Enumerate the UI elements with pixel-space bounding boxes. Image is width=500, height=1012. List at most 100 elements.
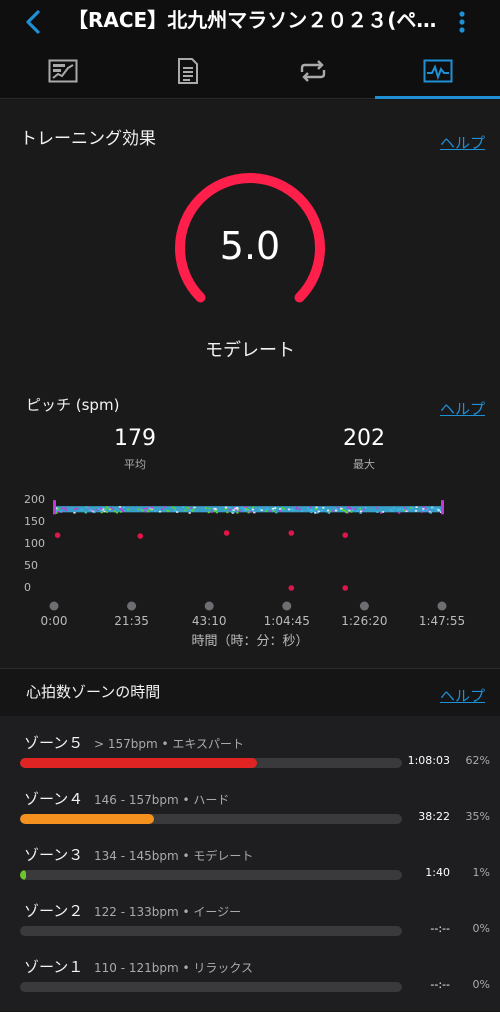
cadence-point [315,506,318,509]
cadence-point [232,511,235,514]
cadence-x-tick-label: 0:00 [40,614,68,628]
cadence-point [435,507,438,510]
cadence-point [272,510,275,513]
hr-zone-time: 38:22 [418,810,450,823]
cadence-point [166,509,169,512]
hr-zone-row: ゾーン３ 134 - 145bpm • モデレート 1:40 1% [0,844,500,900]
cadence-band-edge [53,500,56,515]
cadence-x-axis-title: 時間（時：分：秒） [191,634,309,649]
cadence-point [247,511,250,514]
cadence-x-tick-dot [282,601,292,611]
cadence-point [342,509,345,512]
cadence-point [76,507,79,510]
cadence-point [243,507,246,510]
cadence-point [182,506,185,508]
cadence-point [97,508,100,510]
tab-details[interactable] [125,44,250,98]
cadence-point [158,510,162,513]
cadence-point [345,511,348,514]
hr-zone-range: 110 - 121bpm • リラックス [94,961,254,975]
tab-laps[interactable] [250,44,375,98]
cadence-point [105,506,109,508]
cadence-point [312,510,315,513]
hr-zone-help-link[interactable]: ヘルプ [440,685,485,706]
cadence-point [376,507,379,509]
cadence-point [278,510,281,512]
hr-zone-name: ゾーン５ [24,734,84,752]
cadence-point [287,508,291,511]
cadence-point [334,509,338,512]
hr-zone-name: ゾーン１ [24,958,84,976]
cadence-x-tick-dot [127,601,137,611]
cadence-point [317,510,320,513]
cadence-help-link[interactable]: ヘルプ [440,398,485,419]
cadence-point [332,510,335,512]
cadence-point [207,511,211,514]
cadence-point [224,508,227,511]
cadence-point [142,508,145,510]
hr-zone-percent: 1% [472,866,490,879]
cadence-point [208,507,211,510]
cadence-point [414,510,418,512]
cadence-point [353,508,357,510]
cadence-point [275,511,278,514]
cadence-point [376,511,379,513]
cadence-point [80,508,83,511]
document-list-icon [177,58,198,84]
hr-zone-bar-track [20,814,402,824]
cadence-x-tick-dot [437,601,447,611]
cadence-point [322,506,325,509]
cadence-point [403,509,406,512]
cadence-point [100,511,103,514]
more-options-icon[interactable] [452,6,472,38]
repeat-laps-icon [300,60,325,82]
cadence-point [407,509,410,512]
cadence-point [348,509,351,512]
cadence-point [118,507,122,510]
cadence-point [120,509,124,511]
cadence-point [84,511,88,514]
cadence-max-label: 最大 [353,458,375,471]
tab-summary[interactable] [0,44,125,98]
cadence-x-tick-label: 21:35 [114,614,149,628]
cadence-point [161,508,164,510]
cadence-x-tick-label: 1:47:55 [418,614,466,628]
cadence-point [258,508,261,510]
charts-card: トレーニング効果 ヘルプ 5.0 モデレート ピッチ (spm) ヘルプ 179… [0,100,500,668]
cadence-point [192,508,195,511]
cadence-x-tick-label: 1:04:45 [263,614,310,628]
cadence-point [359,512,362,514]
cadence-point [232,509,235,511]
cadence-point [310,511,313,514]
cadence-outlier-point [223,530,230,536]
cadence-point [241,506,244,509]
cadence-x-tick-dot [49,601,59,611]
hr-zone-range: 134 - 145bpm • モデレート [94,849,254,863]
cadence-point [108,507,111,510]
cadence-point [215,511,219,514]
hr-zone-range: > 157bpm • エキスパート [94,737,245,751]
hr-zone-time: 1:08:03 [407,754,450,767]
back-chevron-icon[interactable] [18,6,50,38]
cadence-point [59,511,63,513]
hr-zone-title: 心拍数ゾーンの時間 [26,683,161,701]
cadence-avg-value: 179 [114,426,156,451]
cadence-point [308,509,311,511]
hr-zone-row: ゾーン２ 122 - 133bpm • イージー --:-- 0% [0,900,500,956]
cadence-outlier-point [137,533,144,539]
hr-zone-range: 122 - 133bpm • イージー [94,905,242,919]
cadence-point [328,510,332,513]
training-effect-help-link[interactable]: ヘルプ [440,132,485,153]
tab-charts[interactable] [375,44,500,99]
cadence-point [141,509,145,512]
hr-zone-row: ゾーン５ > 157bpm • エキスパート 1:08:03 62% [0,732,500,788]
cadence-point [236,511,239,514]
cadence-point [360,510,363,513]
cadence-point [295,507,298,510]
cadence-point [253,511,256,514]
cadence-outlier-point [288,585,295,591]
cadence-point [189,509,192,511]
hr-zone-name: ゾーン３ [24,846,84,864]
cadence-point [104,508,107,510]
cadence-point [113,510,117,513]
